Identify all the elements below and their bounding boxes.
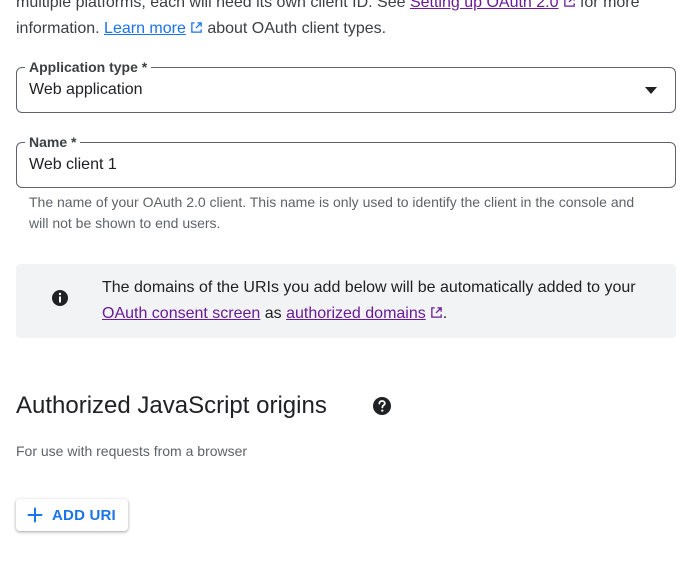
plus-icon (27, 507, 43, 523)
name-value: Web client 1 (29, 156, 117, 173)
intro-line-1: multiple platforms, each will need its o… (16, 0, 686, 16)
add-uri-button[interactable]: ADD URI (16, 499, 128, 531)
oauth-consent-screen-link[interactable]: OAuth consent screen (102, 305, 260, 322)
intro-text: multiple platforms, each will need its o… (16, 0, 686, 42)
help-icon[interactable] (372, 396, 392, 416)
info-icon (52, 290, 68, 306)
application-type-label: Application type * (25, 58, 152, 76)
js-origins-subtitle: For use with requests from a browser (16, 443, 248, 459)
intro-line-2: information. Learn more about OAuth clie… (16, 20, 387, 37)
external-link-icon (191, 22, 202, 33)
name-input[interactable]: Name * Web client 1 (16, 133, 676, 188)
external-link-icon (563, 0, 575, 7)
add-uri-label: ADD URI (52, 506, 116, 524)
authorized-domains-link[interactable]: authorized domains (286, 305, 426, 322)
external-link-icon (430, 307, 442, 318)
setting-up-oauth-link[interactable]: Setting up OAuth 2.0 (410, 0, 559, 11)
name-label: Name * (25, 133, 81, 151)
dropdown-arrow-icon[interactable] (645, 87, 657, 94)
js-origins-title: Authorized JavaScript origins (16, 392, 327, 419)
info-banner: The domains of the URIs you add below wi… (16, 264, 676, 338)
info-banner-text: The domains of the URIs you add below wi… (102, 279, 636, 322)
name-helper-text: The name of your OAuth 2.0 client. This … (29, 194, 635, 231)
learn-more-link[interactable]: Learn more (104, 20, 186, 37)
application-type-select[interactable]: Application type * Web application (16, 58, 676, 113)
application-type-value: Web application (29, 81, 143, 98)
